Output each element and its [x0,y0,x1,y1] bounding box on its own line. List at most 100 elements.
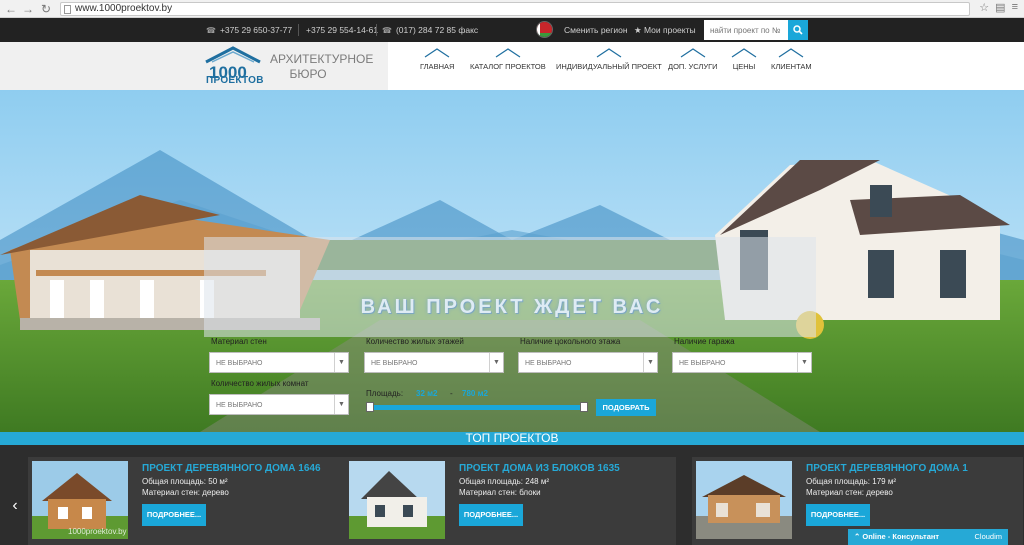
my-projects-label: Мои проекты [643,25,696,35]
area-max: 780 м2 [462,389,488,398]
top-projects-title: ТОП ПРОЕКТОВ [465,431,559,445]
project-area: Общая площадь: 248 м² [459,477,549,486]
menu-home[interactable]: ГЛАВНАЯ [420,48,454,71]
menu-catalog[interactable]: КАТАЛОГ ПРОЕКТОВ [470,48,546,71]
menu-label: КЛИЕНТАМ [771,62,812,71]
area-min: 32 м2 [416,389,438,398]
basement-label: Наличие цокольного этажа [520,337,621,346]
menu-label: КАТАЛОГ ПРОЕКТОВ [470,62,546,71]
widget-label: Online - Консультант [862,532,940,541]
rooms-select[interactable]: НЕ ВЫБРАНО ▼ [209,394,349,415]
roof-icon [424,48,450,58]
divider [376,24,377,36]
pick-project-button[interactable]: ПОДОБРАТЬ [596,399,656,416]
project-search-input[interactable] [704,20,788,40]
menu-label: ИНДИВИДУАЛЬНЫЙ ПРОЕКТ [556,62,662,71]
select-value: НЕ ВЫБРАНО [525,360,572,367]
project-thumbnail[interactable] [349,461,445,539]
project-thumbnail[interactable] [696,461,792,539]
garage-label: Наличие гаража [674,337,735,346]
chevron-down-icon: ▼ [334,395,348,414]
star-icon: ★ [634,25,644,35]
project-material: Материал стен: дерево [142,488,229,497]
logo-text: ПРОЕКТОВ [206,75,264,86]
belarus-flag-icon[interactable] [536,21,553,38]
phone-2[interactable]: +375 29 554-14-61 [306,25,378,35]
roof-icon [731,48,757,58]
basement-select[interactable]: НЕ ВЫБРАНО ▼ [518,352,658,373]
chevron-down-icon: ▼ [489,353,503,372]
forward-icon[interactable]: → [20,1,36,17]
menu-label: ДОП. УСЛУГИ [668,62,718,71]
more-button[interactable]: ПОДРОБНЕЕ... [459,504,523,526]
carousel-prev-arrow-icon[interactable]: ‹ [4,466,26,545]
more-button[interactable]: ПОДРОБНЕЕ... [806,504,870,526]
menu-services[interactable]: ДОП. УСЛУГИ [668,48,718,71]
select-value: НЕ ВЫБРАНО [371,360,418,367]
phone-fax[interactable]: ☎ (017) 284 72 85 факс [382,25,478,35]
phone-icon: ☎ [382,25,392,35]
project-area: Общая площадь: 179 м² [806,477,896,486]
area-dash: - [450,389,453,398]
phone-1[interactable]: ☎ +375 29 650-37-77 [206,25,292,35]
menu-icon[interactable]: ≡ [1012,1,1018,14]
menu-clients[interactable]: КЛИЕНТАМ [771,48,812,71]
menu-prices[interactable]: ЦЕНЫ [731,48,757,71]
roof-icon [779,48,804,58]
page-icon [64,5,71,14]
bureau-line: БЮРО [289,67,327,81]
rooms-label: Количество жилых комнат [211,379,309,388]
select-value: НЕ ВЫБРАНО [216,360,263,367]
project-title[interactable]: ПРОЕКТ ДЕРЕВЯННОГО ДОМА 1646 [142,463,321,474]
extension-icon[interactable]: ▤ [995,1,1005,14]
select-value: НЕ ВЫБРАНО [679,360,726,367]
chevron-down-icon: ▼ [797,353,811,372]
back-icon[interactable]: ← [3,1,19,17]
roof-icon [680,48,706,58]
floors-select[interactable]: НЕ ВЫБРАНО ▼ [364,352,504,373]
my-projects-link[interactable]: ★ Мои проекты [634,25,696,36]
reload-icon[interactable]: ↻ [38,1,54,17]
garage-select[interactable]: НЕ ВЫБРАНО ▼ [672,352,812,373]
star-icon[interactable]: ☆ [979,1,989,14]
project-material: Материал стен: дерево [806,488,893,497]
url-text: www.1000proektov.by [75,3,173,14]
walls-select[interactable]: НЕ ВЫБРАНО ▼ [209,352,349,373]
browser-toolbar: ← → ↻ www.1000proektov.by ☆ ▤ ≡ [0,0,1024,18]
bureau-title: АРХИТЕКТУРНОЕ БЮРО [270,52,374,82]
floors-label: Количество жилых этажей [366,337,464,346]
bureau-line: АРХИТЕКТУРНОЕ [270,52,374,66]
watermark: 1000proektov.by [68,527,127,536]
menu-individual[interactable]: ИНДИВИДУАЛЬНЫЙ ПРОЕКТ [556,48,662,71]
roof-icon [495,48,521,58]
area-range-slider[interactable] [366,402,588,412]
menu-label: ГЛАВНАЯ [420,62,455,71]
chevron-down-icon: ▼ [643,353,657,372]
project-filter-panel [204,237,816,337]
search-button[interactable] [788,20,808,40]
project-card[interactable]: 1000proektov.by ПРОЕКТ ДЕРЕВЯННОГО ДОМА … [28,457,359,545]
slider-min-handle[interactable] [366,402,374,412]
project-card[interactable]: ПРОЕКТ ДОМА ИЗ БЛОКОВ 1635 Общая площадь… [345,457,676,545]
roof-icon [596,48,622,58]
change-region-link[interactable]: Сменить регион [564,25,628,35]
phone-number: +375 29 650-37-77 [219,25,293,35]
search-icon [793,25,803,35]
chevron-down-icon: ▼ [334,353,348,372]
area-label: Площадь: [366,389,404,398]
online-consultant-widget[interactable]: ⌃ Online - Консультант Cloudim [848,529,1008,545]
slider-max-handle[interactable] [580,402,588,412]
address-bar[interactable]: www.1000proektov.by [60,2,970,16]
phone-icon: ☎ [206,25,216,35]
more-button[interactable]: ПОДРОБНЕЕ... [142,504,206,526]
divider [298,24,299,36]
project-area: Общая площадь: 50 м² [142,477,228,486]
project-material: Материал стен: блоки [459,488,541,497]
project-title[interactable]: ПРОЕКТ ДЕРЕВЯННОГО ДОМА 1 [806,463,968,474]
menu-label: ЦЕНЫ [732,62,756,71]
fax-number: (017) 284 72 85 факс [395,25,479,35]
contact-bar: ☎ +375 29 650-37-77 +375 29 554-14-61 ☎ (0… [0,18,1024,42]
project-title[interactable]: ПРОЕКТ ДОМА ИЗ БЛОКОВ 1635 [459,463,620,474]
widget-brand: Cloudim [974,532,1002,541]
site-header: 1000 ПРОЕКТОВ АРХИТЕКТУРНОЕ БЮРО ГЛАВНАЯ… [0,42,1024,90]
